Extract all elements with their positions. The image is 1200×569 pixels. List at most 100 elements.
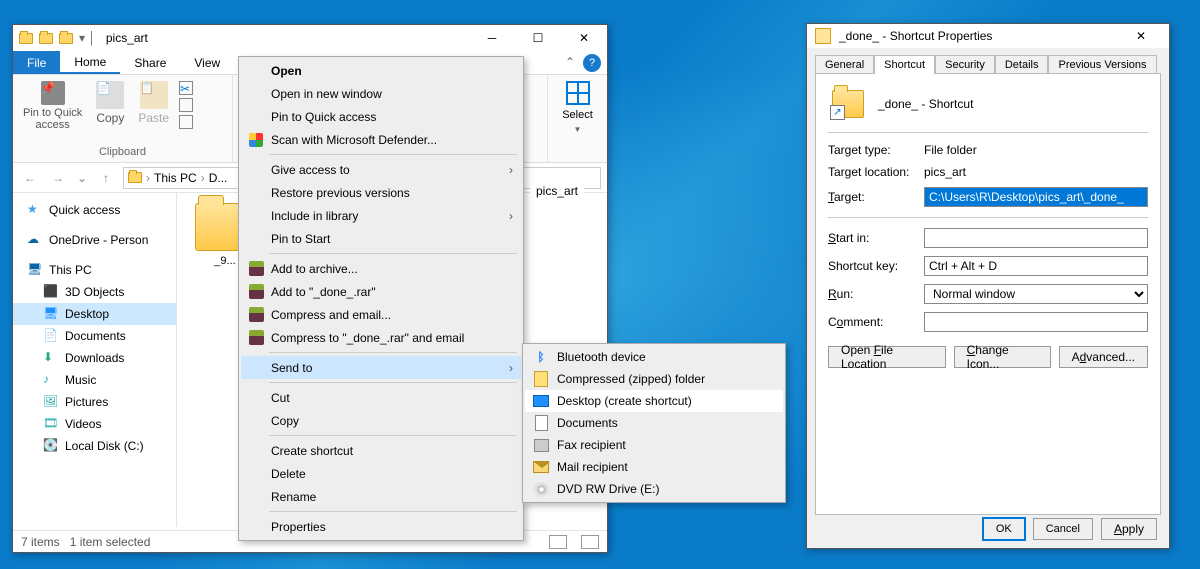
- maximize-button[interactable]: ☐: [515, 25, 561, 51]
- cancel-button[interactable]: Cancel: [1033, 518, 1093, 540]
- selection-count: 1 item selected: [70, 535, 151, 549]
- back-button[interactable]: ←: [19, 167, 41, 189]
- ctx-rename[interactable]: Rename: [241, 485, 521, 508]
- ctx-pin-start[interactable]: Pin to Start: [241, 227, 521, 250]
- ctx-copy[interactable]: Copy: [241, 409, 521, 432]
- run-select[interactable]: Normal window: [924, 284, 1148, 304]
- ctx-delete[interactable]: Delete: [241, 462, 521, 485]
- large-icons-view-button[interactable]: [581, 535, 599, 549]
- tab-details[interactable]: Details: [995, 55, 1049, 74]
- ctx-pin-quick-access[interactable]: Pin to Quick access: [241, 105, 521, 128]
- ctx-scan-defender[interactable]: Scan with Microsoft Defender...: [241, 128, 521, 151]
- ctx-cut[interactable]: Cut: [241, 386, 521, 409]
- tab-previous-versions[interactable]: Previous Versions: [1048, 55, 1156, 74]
- sidebar-item-pictures[interactable]: 🖼Pictures: [13, 391, 176, 413]
- ctx-add-rar[interactable]: Add to "_done_.rar": [241, 280, 521, 303]
- sendto-dvd[interactable]: DVD RW Drive (E:): [525, 478, 783, 500]
- paste-shortcut-icon[interactable]: [179, 115, 193, 129]
- up-button[interactable]: ↑: [95, 167, 117, 189]
- comment-input[interactable]: [924, 312, 1148, 332]
- tab-file[interactable]: File: [13, 51, 60, 74]
- breadcrumb-item[interactable]: This PC: [154, 171, 197, 185]
- ctx-create-shortcut[interactable]: Create shortcut: [241, 439, 521, 462]
- help-button[interactable]: ?: [583, 54, 601, 72]
- tab-shortcut[interactable]: Shortcut: [874, 55, 935, 74]
- ok-button[interactable]: OK: [983, 518, 1025, 540]
- apply-button[interactable]: Apply: [1101, 518, 1157, 540]
- ctx-properties[interactable]: Properties: [241, 515, 521, 538]
- ctx-send-to[interactable]: Send to›: [241, 356, 521, 379]
- shortcut-icon: [815, 28, 831, 44]
- details-view-button[interactable]: [549, 535, 567, 549]
- recent-button[interactable]: ⌄: [75, 167, 89, 189]
- sendto-documents[interactable]: Documents: [525, 412, 783, 434]
- sidebar-item-videos[interactable]: 🎞Videos: [13, 413, 176, 435]
- open-file-location-button[interactable]: Open File Location: [828, 346, 946, 368]
- pin-to-quick-access-button[interactable]: 📌Pin to Quick access: [19, 79, 86, 133]
- copy-path-icon[interactable]: [179, 98, 193, 112]
- sidebar-item-onedrive[interactable]: ☁OneDrive - Person: [13, 229, 176, 251]
- sidebar-item-quick-access[interactable]: ★Quick access: [13, 199, 176, 221]
- sidebar-item-downloads[interactable]: ⬇Downloads: [13, 347, 176, 369]
- cut-icon[interactable]: ✂: [179, 81, 193, 95]
- sidebar-item-3d-objects[interactable]: ⬛3D Objects: [13, 281, 176, 303]
- rar-icon: [247, 260, 265, 278]
- change-icon-button[interactable]: Change Icon...: [954, 346, 1051, 368]
- dialog-titlebar[interactable]: _done_ - Shortcut Properties ✕: [807, 24, 1169, 48]
- tab-home[interactable]: Home: [60, 51, 120, 74]
- advanced-button[interactable]: Advanced...: [1059, 346, 1148, 368]
- ctx-restore-versions[interactable]: Restore previous versions: [241, 181, 521, 204]
- ctx-compress-email[interactable]: Compress and email...: [241, 303, 521, 326]
- ctx-open[interactable]: Open: [241, 59, 521, 82]
- shortcut-key-input[interactable]: [924, 256, 1148, 276]
- ctx-open-new-window[interactable]: Open in new window: [241, 82, 521, 105]
- context-menu: Open Open in new window Pin to Quick acc…: [238, 56, 524, 541]
- close-button[interactable]: ✕: [561, 25, 607, 51]
- forward-button[interactable]: →: [47, 167, 69, 189]
- copy-button[interactable]: 📄Copy: [92, 79, 128, 127]
- tab-general[interactable]: General: [815, 55, 874, 74]
- sendto-bluetooth[interactable]: ᛒBluetooth device: [525, 346, 783, 368]
- sendto-fax[interactable]: Fax recipient: [525, 434, 783, 456]
- start-in-input[interactable]: [924, 228, 1148, 248]
- send-to-submenu: ᛒBluetooth device Compressed (zipped) fo…: [522, 343, 786, 503]
- document-icon: [532, 414, 550, 432]
- folder-icon: [59, 33, 73, 44]
- desktop-icon: [532, 392, 550, 410]
- mail-icon: [532, 458, 550, 476]
- ctx-compress-rar-email[interactable]: Compress to "_done_.rar" and email: [241, 326, 521, 349]
- sendto-compressed-folder[interactable]: Compressed (zipped) folder: [525, 368, 783, 390]
- ctx-include-library[interactable]: Include in library›: [241, 204, 521, 227]
- rar-icon: [247, 329, 265, 347]
- sendto-desktop-shortcut[interactable]: Desktop (create shortcut): [525, 390, 783, 412]
- close-button[interactable]: ✕: [1121, 29, 1161, 43]
- tab-security[interactable]: Security: [935, 55, 995, 74]
- sidebar-item-documents[interactable]: 📄Documents: [13, 325, 176, 347]
- breadcrumb-item[interactable]: D...: [209, 171, 228, 185]
- video-icon: 🎞: [43, 416, 59, 432]
- ctx-give-access[interactable]: Give access to›: [241, 158, 521, 181]
- sidebar-item-desktop[interactable]: 🖥Desktop: [13, 303, 176, 325]
- select-menu-button[interactable]: Select ▼: [548, 75, 607, 140]
- sidebar-item-this-pc[interactable]: 🖥This PC: [13, 259, 176, 281]
- shortcut-key-label: Shortcut key:: [828, 259, 918, 273]
- picture-icon: 🖼: [43, 394, 59, 410]
- minimize-button[interactable]: ─: [469, 25, 515, 51]
- tab-share[interactable]: Share: [120, 51, 180, 74]
- ctx-add-archive[interactable]: Add to archive...: [241, 257, 521, 280]
- sidebar-item-local-disk[interactable]: 💽Local Disk (C:): [13, 435, 176, 457]
- target-location-label: Target location:: [828, 165, 918, 179]
- paste-button[interactable]: 📋Paste: [134, 79, 173, 127]
- chevron-right-icon: ›: [509, 163, 513, 177]
- navigation-pane: ★Quick access ☁OneDrive - Person 🖥This P…: [13, 193, 177, 527]
- target-input[interactable]: [924, 187, 1148, 207]
- folder-icon: [19, 33, 33, 44]
- tab-view[interactable]: View: [180, 51, 234, 74]
- select-icon: [566, 81, 590, 105]
- collapse-ribbon-button[interactable]: ⌃: [559, 51, 581, 74]
- sidebar-item-music[interactable]: ♪Music: [13, 369, 176, 391]
- sendto-mail[interactable]: Mail recipient: [525, 456, 783, 478]
- breadcrumb-tail: pics_art: [530, 182, 584, 200]
- titlebar[interactable]: ▾ │ pics_art ─ ☐ ✕: [13, 25, 607, 51]
- chevron-right-icon: ›: [509, 209, 513, 223]
